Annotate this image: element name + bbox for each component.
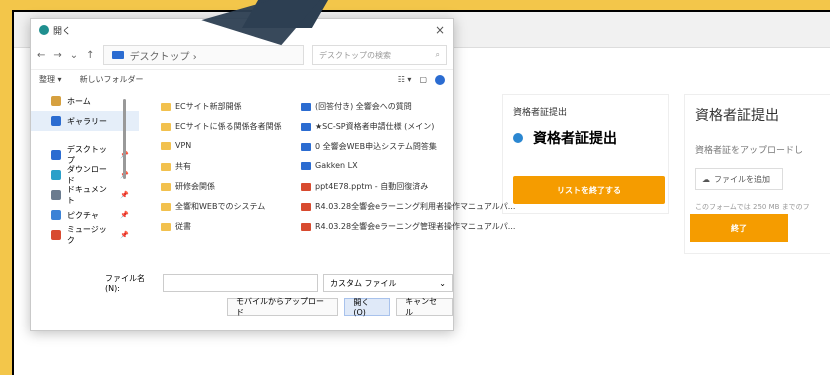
dialog-actions: モバイルからアップロード 開く(O) キャンセル bbox=[227, 297, 453, 317]
headline-text: 資格者証提出 bbox=[533, 131, 617, 147]
file-document[interactable]: 0 全響会WEB申込システム問答集 bbox=[301, 141, 437, 152]
back-icon[interactable]: ← bbox=[37, 50, 45, 61]
finish-button[interactable]: 終了 bbox=[690, 214, 788, 242]
document-icon bbox=[301, 122, 311, 131]
organize-menu[interactable]: 整理 ▾ bbox=[39, 74, 62, 85]
file-type-label: カスタム ファイル bbox=[330, 278, 397, 288]
sidebar-item-documents[interactable]: ドキュメント 📌 bbox=[31, 185, 139, 205]
file-presentation[interactable]: R4.03.28全響会eラーニング利用者操作マニュアルパ... bbox=[301, 201, 515, 212]
status-dot-icon bbox=[513, 133, 523, 143]
document-icon bbox=[301, 161, 311, 170]
desktop-icon bbox=[111, 51, 124, 59]
sidebar-scrollbar[interactable] bbox=[123, 99, 126, 179]
folder-icon bbox=[161, 162, 171, 171]
help-icon[interactable] bbox=[435, 74, 445, 85]
folder-icon bbox=[161, 182, 171, 191]
upload-description: 資格者証をアップロードし bbox=[695, 146, 804, 156]
file-folder[interactable]: ECサイト新部開係 bbox=[161, 101, 242, 112]
downloads-icon bbox=[51, 170, 61, 180]
folder-icon bbox=[161, 202, 171, 211]
file-document[interactable]: (回答付き) 全響会への質問 bbox=[301, 101, 412, 112]
search-icon: ⌕ bbox=[435, 50, 440, 59]
open-button[interactable]: 開く(O) bbox=[344, 298, 391, 317]
pictures-icon bbox=[51, 210, 61, 220]
file-folder[interactable]: 従書 bbox=[161, 221, 191, 232]
folder-icon bbox=[161, 141, 171, 150]
address-bar[interactable]: デスクトップ › bbox=[102, 45, 304, 65]
panel-title: 資格者証提出 bbox=[513, 108, 568, 118]
document-icon bbox=[301, 142, 311, 151]
file-folder[interactable]: 全響和WEBでのシステム bbox=[161, 201, 265, 212]
presentation-icon bbox=[301, 202, 311, 211]
presentation-icon bbox=[301, 222, 311, 231]
file-folder[interactable]: 共有 bbox=[161, 161, 191, 172]
add-file-label: ファイルを追加 bbox=[714, 174, 770, 184]
view-menu[interactable]: ☷ ▾ bbox=[398, 75, 412, 84]
filename-input[interactable] bbox=[162, 274, 319, 292]
filename-label: ファイル名(N): bbox=[105, 274, 145, 293]
search-placeholder: デスクトップの検索 bbox=[319, 50, 391, 60]
browser-page: 資格者証提出 資格者証提出 リストを終了する 資格者証提出 資格者証をアップロー… bbox=[12, 10, 830, 375]
submission-panel: 資格者証提出 資格者証提出 リストを終了する bbox=[502, 94, 669, 214]
music-icon bbox=[51, 230, 61, 240]
file-type-select[interactable]: カスタム ファイル ⌄ bbox=[323, 274, 453, 292]
pin-icon: 📌 bbox=[120, 211, 129, 219]
finish-list-button[interactable]: リストを終了する bbox=[513, 176, 665, 204]
upload-head: 資格者証提出 bbox=[695, 108, 779, 124]
panel-headline: 資格者証提出 bbox=[513, 128, 658, 148]
close-icon[interactable]: × bbox=[435, 23, 445, 37]
upload-from-mobile-button[interactable]: モバイルからアップロード bbox=[227, 297, 339, 317]
cloud-upload-icon: ☁ bbox=[702, 174, 710, 184]
file-list: ECサイト新部開係 ECサイトに係る関係各者関係 VPN 共有 研修会関係 全響… bbox=[161, 101, 515, 251]
documents-icon bbox=[51, 190, 61, 200]
up-icon[interactable]: ↑ bbox=[86, 50, 94, 61]
view-controls: ☷ ▾ ▢ bbox=[398, 74, 445, 85]
folder-icon bbox=[161, 222, 171, 231]
search-box[interactable]: デスクトップの検索 ⌕ bbox=[312, 45, 447, 65]
file-presentation[interactable]: R4.03.28全響会eラーニング管理者操作マニュアルパ... bbox=[301, 221, 515, 232]
command-bar: 整理 ▾ 新しいフォルダー ☷ ▾ ▢ bbox=[31, 69, 453, 89]
file-document[interactable]: Gakken LX bbox=[301, 161, 358, 170]
recent-icon[interactable]: ⌄ bbox=[70, 50, 78, 61]
preview-pane-icon[interactable]: ▢ bbox=[419, 75, 427, 84]
open-file-dialog: 開く × ← → ⌄ ↑ デスクトップ › デスクトップの検索 ⌕ 整理 ▾ 新… bbox=[30, 18, 515, 331]
sidebar-item-pictures[interactable]: ピクチャ 📌 bbox=[31, 205, 139, 225]
dialog-title: 開く bbox=[53, 26, 72, 37]
file-folder[interactable]: 研修会関係 bbox=[161, 181, 215, 192]
file-document[interactable]: ★SC-SP資格者申請仕様 (メイン) bbox=[301, 121, 434, 132]
filename-row: ファイル名(N): カスタム ファイル ⌄ bbox=[105, 273, 453, 293]
file-folder[interactable]: VPN bbox=[161, 141, 191, 150]
document-icon bbox=[301, 102, 311, 111]
gallery-icon bbox=[51, 116, 61, 126]
new-folder-button[interactable]: 新しいフォルダー bbox=[80, 74, 144, 85]
forward-icon[interactable]: → bbox=[53, 50, 61, 61]
presentation-icon bbox=[301, 182, 311, 191]
home-icon bbox=[51, 96, 61, 106]
add-file-button[interactable]: ☁ ファイルを追加 bbox=[695, 168, 783, 190]
file-folder[interactable]: ECサイトに係る関係各者関係 bbox=[161, 121, 282, 132]
chevron-down-icon: ⌄ bbox=[439, 278, 446, 288]
sidebar-item-music[interactable]: ミュージック 📌 bbox=[31, 225, 139, 245]
address-text: デスクトップ › bbox=[129, 51, 197, 63]
folder-icon bbox=[161, 122, 171, 131]
pin-icon: 📌 bbox=[120, 231, 129, 239]
pin-icon: 📌 bbox=[120, 191, 129, 199]
desktop-icon bbox=[51, 150, 61, 160]
folder-icon bbox=[161, 102, 171, 111]
cancel-button[interactable]: キャンセル bbox=[396, 297, 453, 317]
edge-icon bbox=[39, 25, 49, 35]
upload-note: このフォームでは 250 MB までのフ bbox=[695, 203, 810, 211]
file-presentation[interactable]: ppt4E78.pptm - 自動回復済み bbox=[301, 181, 428, 192]
